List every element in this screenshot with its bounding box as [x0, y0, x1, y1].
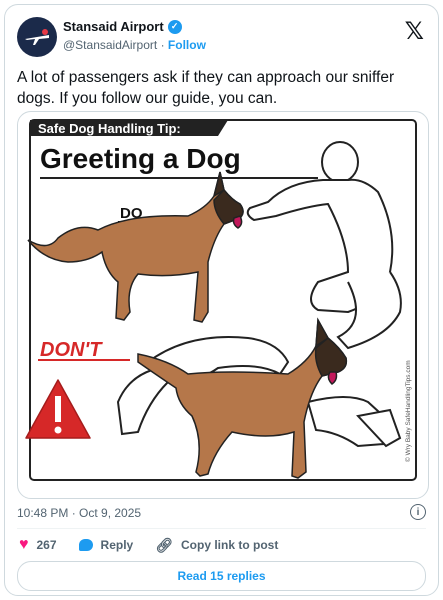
- account-name-row: Stansaid Airport ✓: [63, 19, 182, 34]
- illustration-title: Greeting a Dog: [40, 143, 241, 174]
- post-timestamp[interactable]: 10:48 PM · Oct 9, 2025: [17, 506, 141, 520]
- dog-handling-illustration: Safe Dog Handling Tip: Greeting a Dog DO: [25, 119, 417, 481]
- like-count: 267: [36, 538, 57, 552]
- x-logo-icon[interactable]: 𝕏: [405, 17, 424, 45]
- like-button[interactable]: ♥ 267: [19, 536, 57, 554]
- copy-link-button[interactable]: 🔗︎ Copy link to post: [155, 537, 278, 554]
- heart-icon: ♥: [19, 536, 29, 553]
- link-icon: 🔗︎: [155, 536, 173, 553]
- post-text: A lot of passengers ask if they can appr…: [17, 69, 395, 107]
- divider: [17, 528, 426, 529]
- handle[interactable]: @StansaidAirport: [63, 38, 157, 52]
- verified-badge-icon: ✓: [167, 19, 182, 34]
- reply-button[interactable]: Reply: [78, 538, 134, 552]
- post-image[interactable]: Safe Dog Handling Tip: Greeting a Dog DO: [17, 111, 429, 499]
- handle-row: @StansaidAirport · Follow: [63, 38, 206, 52]
- info-icon[interactable]: i: [410, 504, 426, 520]
- copy-link-label: Copy link to post: [181, 538, 279, 552]
- post-card: Stansaid Airport ✓ @StansaidAirport · Fo…: [4, 4, 439, 596]
- reply-label: Reply: [100, 538, 134, 552]
- action-bar: ♥ 267 Reply 🔗︎ Copy link to post: [19, 536, 300, 554]
- reply-bubble-icon: [78, 539, 93, 551]
- side-credit: © Wry Baby SafeHandlingTips.com: [404, 360, 412, 462]
- header-label: Safe Dog Handling Tip:: [38, 121, 181, 136]
- separator: ·: [160, 38, 165, 52]
- avatar[interactable]: [17, 17, 57, 57]
- airplane-icon: [25, 29, 49, 45]
- follow-button[interactable]: Follow: [168, 38, 206, 52]
- read-replies-button[interactable]: Read 15 replies: [17, 561, 426, 591]
- dont-label: DON'T: [40, 339, 103, 361]
- display-name[interactable]: Stansaid Airport: [63, 19, 164, 34]
